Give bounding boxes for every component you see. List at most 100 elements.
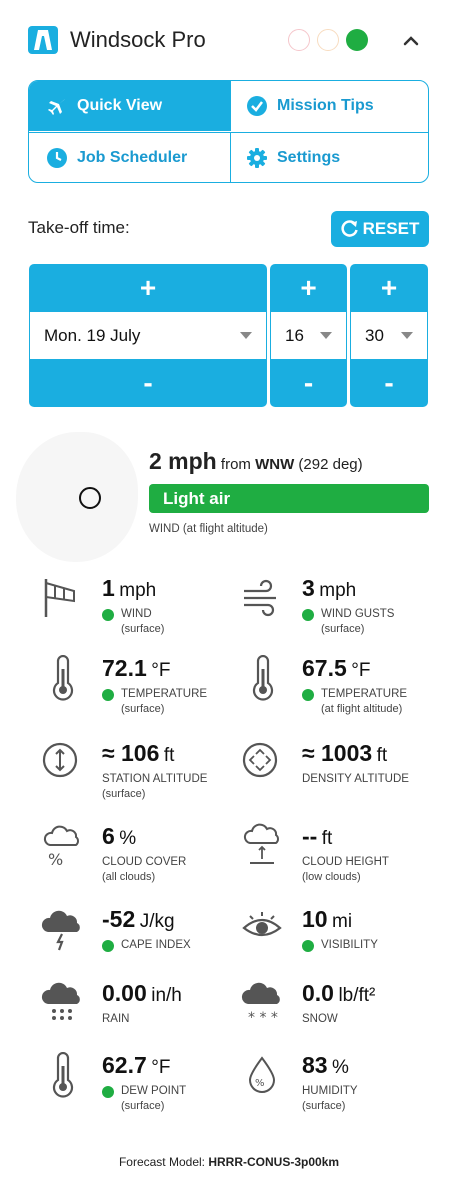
metric-sublabel: (surface) [121,703,165,715]
metric-value: 62.7 °F [102,1052,170,1079]
metric-number: 62.7 [102,1052,147,1078]
wind-category-badge: Light air [149,484,429,513]
metric-value: 83 % [302,1052,349,1079]
date-increment-button[interactable]: + [29,264,267,312]
metric-temperature-3: 67.5 °F TEMPERATURE (at flight altitude) [240,654,440,725]
metric-cloud-height-7: -- ft CLOUD HEIGHT (low clouds) [240,823,440,893]
status-dot-green [346,29,368,51]
minute-select[interactable]: 30 [350,312,428,359]
metric-value: 3 mph [302,575,356,602]
density-altitude-icon [240,740,286,786]
windsock-logo-icon [28,26,58,54]
metric-number: 10 [302,906,328,932]
snow-icon: * * * [240,980,286,1026]
metric-number: 72.1 [102,655,147,681]
metric-unit: mph [319,580,357,601]
metric-sublabel: (low clouds) [302,871,361,883]
tab-settings-label: Settings [277,148,341,166]
wind-label: WIND (at flight altitude) [149,523,268,535]
metric-number: -- [302,823,318,849]
reset-button[interactable]: RESET [331,211,429,247]
metric-visibility-9: 10 mi VISIBILITY [240,906,440,976]
tab-mission-tips[interactable]: Mission Tips [230,81,428,131]
metric-unit: ft [321,828,333,849]
wind-indicator-icon [79,487,101,509]
metric-value: ≈ 1003 ft [302,740,387,767]
metric-number: 83 [302,1052,328,1078]
metric-label: DENSITY ALTITUDE [302,773,409,785]
metric-label: HUMIDITY [302,1085,358,1097]
minute-increment-button[interactable]: + [350,264,428,312]
metric-unit: lb/ft² [338,985,376,1006]
metric-value: 10 mi [302,906,352,933]
cloud-height-icon [240,823,286,869]
humidity-icon: % [240,1052,286,1098]
metric-station-altitude-4: ≈ 106 ft STATION ALTITUDE (surface) [40,740,240,810]
metric-unit: % [119,828,137,849]
hour-select[interactable]: 16 [270,312,347,359]
metric-unit: in/h [151,985,182,1006]
metric-unit: mi [332,911,353,932]
metric-unit: % [332,1057,349,1078]
date-select[interactable]: Mon. 19 July [29,312,267,359]
svg-text:* * *: * * * [248,1010,278,1026]
metric-unit: °F [151,660,171,681]
tab-job-scheduler[interactable]: Job Scheduler [29,132,230,182]
caret-down-icon [401,332,413,339]
minute-picker: + 30 - [350,264,428,407]
metric-temperature-2: 72.1 °F TEMPERATURE (surface) [40,654,240,725]
metric-sublabel: (surface) [321,623,365,635]
date-decrement-button[interactable]: - [29,359,267,407]
metric-density-altitude-5: ≈ 1003 ft DENSITY ALTITUDE [240,740,440,810]
hour-picker: + 16 - [270,264,347,407]
metric-unit: mph [119,580,157,601]
metric-label: CAPE INDEX [102,939,191,952]
hour-increment-button[interactable]: + [270,264,347,312]
metric-snow-11: * * * 0.0 lb/ft² SNOW [240,980,440,1050]
takeoff-label: Take-off time: [28,218,130,237]
caret-down-icon [240,332,252,339]
svg-text:%: % [48,850,63,869]
windsock-icon [40,575,86,621]
metric-number: 1 [102,575,115,601]
metric-value: 1 mph [102,575,156,602]
app-title: Windsock Pro [70,27,206,52]
metric-label: RAIN [102,1013,130,1025]
minute-decrement-button[interactable]: - [350,359,428,407]
tab-job-scheduler-label: Job Scheduler [77,148,188,166]
metric-value: 72.1 °F [102,655,170,682]
metric-number: ≈ 106 [102,740,160,766]
metric-rain-10: 0.00 in/h RAIN [40,980,240,1050]
metric-unit: °F [351,660,371,681]
metric-sublabel: (surface) [102,788,146,800]
tab-quick-view-label: Quick View [77,97,163,114]
chevron-up-icon[interactable] [400,30,422,52]
rain-icon [40,980,86,1026]
metric-number: 6 [102,823,115,849]
hour-decrement-button[interactable]: - [270,359,347,407]
forecast-model-value: HRRR-CONUS-3p00km [208,1155,340,1169]
wind-summary: 2 mph from WNW (292 deg) [149,448,363,475]
tab-settings[interactable]: Settings [230,132,428,182]
metric-number: 0.00 [102,980,147,1006]
metric-label: CLOUD HEIGHT [302,856,389,868]
metric-value: 0.00 in/h [102,980,182,1007]
metric-wind-0: 1 mph WIND (surface) [40,575,240,645]
eye-icon [240,906,286,952]
metric-sublabel: (surface) [121,623,165,635]
metric-sublabel: (all clouds) [102,871,156,883]
storm-icon [40,906,86,952]
metric-dew-point-12: 62.7 °F DEW POINT (surface) [40,1051,240,1122]
main-nav: Quick View Mission Tips Job Scheduler Se… [28,80,429,183]
cloud-cover-icon: % [40,823,86,869]
metric-value: 0.0 lb/ft² [302,980,375,1007]
metric-value: -52 J/kg [102,906,175,933]
tab-quick-view[interactable]: Quick View [29,81,230,131]
metric-unit: ft [163,745,175,766]
metric-wind-gusts-1: 3 mph WIND GUSTS (surface) [240,575,440,645]
wind-speed: 2 mph [149,448,217,474]
thermometer-icon [40,654,86,701]
metric-sublabel: (surface) [302,1100,346,1112]
minute-value: 30 [365,325,384,345]
metric-label: VISIBILITY [302,939,378,952]
